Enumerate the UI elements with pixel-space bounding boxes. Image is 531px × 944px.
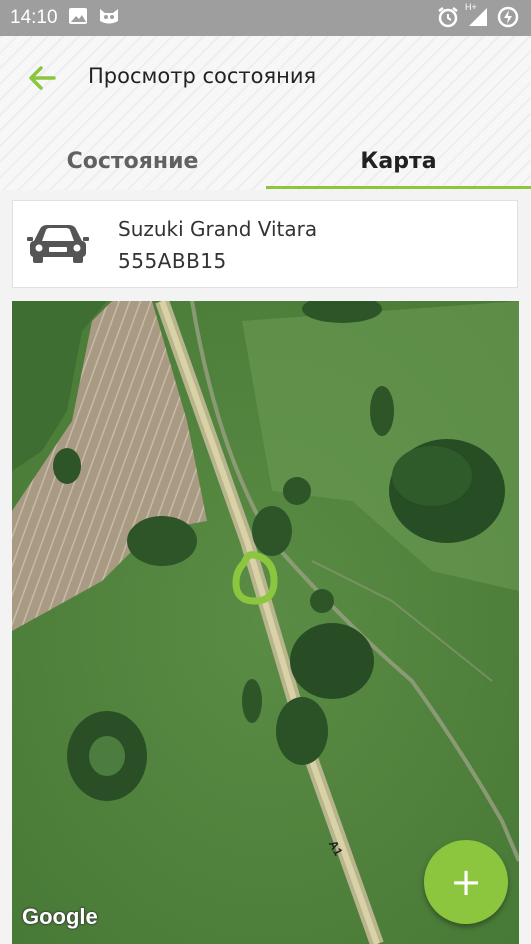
vehicle-name: Suzuki Grand Vitara bbox=[118, 217, 318, 241]
back-button[interactable] bbox=[26, 62, 58, 94]
page-title: Просмотр состояния bbox=[88, 64, 317, 88]
tab-state[interactable]: Состояние bbox=[0, 134, 265, 188]
app-header: Просмотр состояния Состояние Карта bbox=[0, 36, 531, 190]
alarm-icon bbox=[437, 6, 459, 32]
signal-icon: H+ bbox=[465, 2, 489, 32]
car-icon bbox=[27, 221, 89, 267]
tab-map[interactable]: Карта bbox=[266, 134, 531, 188]
network-type-label: H+ bbox=[465, 2, 477, 12]
tab-state-label: Состояние bbox=[66, 148, 199, 174]
vehicle-card[interactable]: Suzuki Grand Vitara 555ABB15 bbox=[12, 200, 518, 288]
status-time: 14:10 bbox=[10, 7, 58, 28]
image-notification-icon bbox=[68, 7, 88, 29]
tab-selected-indicator bbox=[266, 186, 531, 189]
add-button[interactable]: + bbox=[424, 840, 508, 924]
status-bar: 14:10 H+ bbox=[0, 0, 531, 36]
battery-icon bbox=[497, 6, 519, 32]
cat-notification-icon bbox=[98, 7, 120, 29]
google-logo: Google bbox=[22, 904, 98, 929]
vehicle-plate: 555ABB15 bbox=[118, 249, 227, 273]
status-icons: H+ bbox=[437, 2, 519, 32]
tab-map-label: Карта bbox=[360, 148, 437, 174]
arrow-left-icon bbox=[29, 66, 56, 90]
plus-icon: + bbox=[450, 860, 482, 904]
